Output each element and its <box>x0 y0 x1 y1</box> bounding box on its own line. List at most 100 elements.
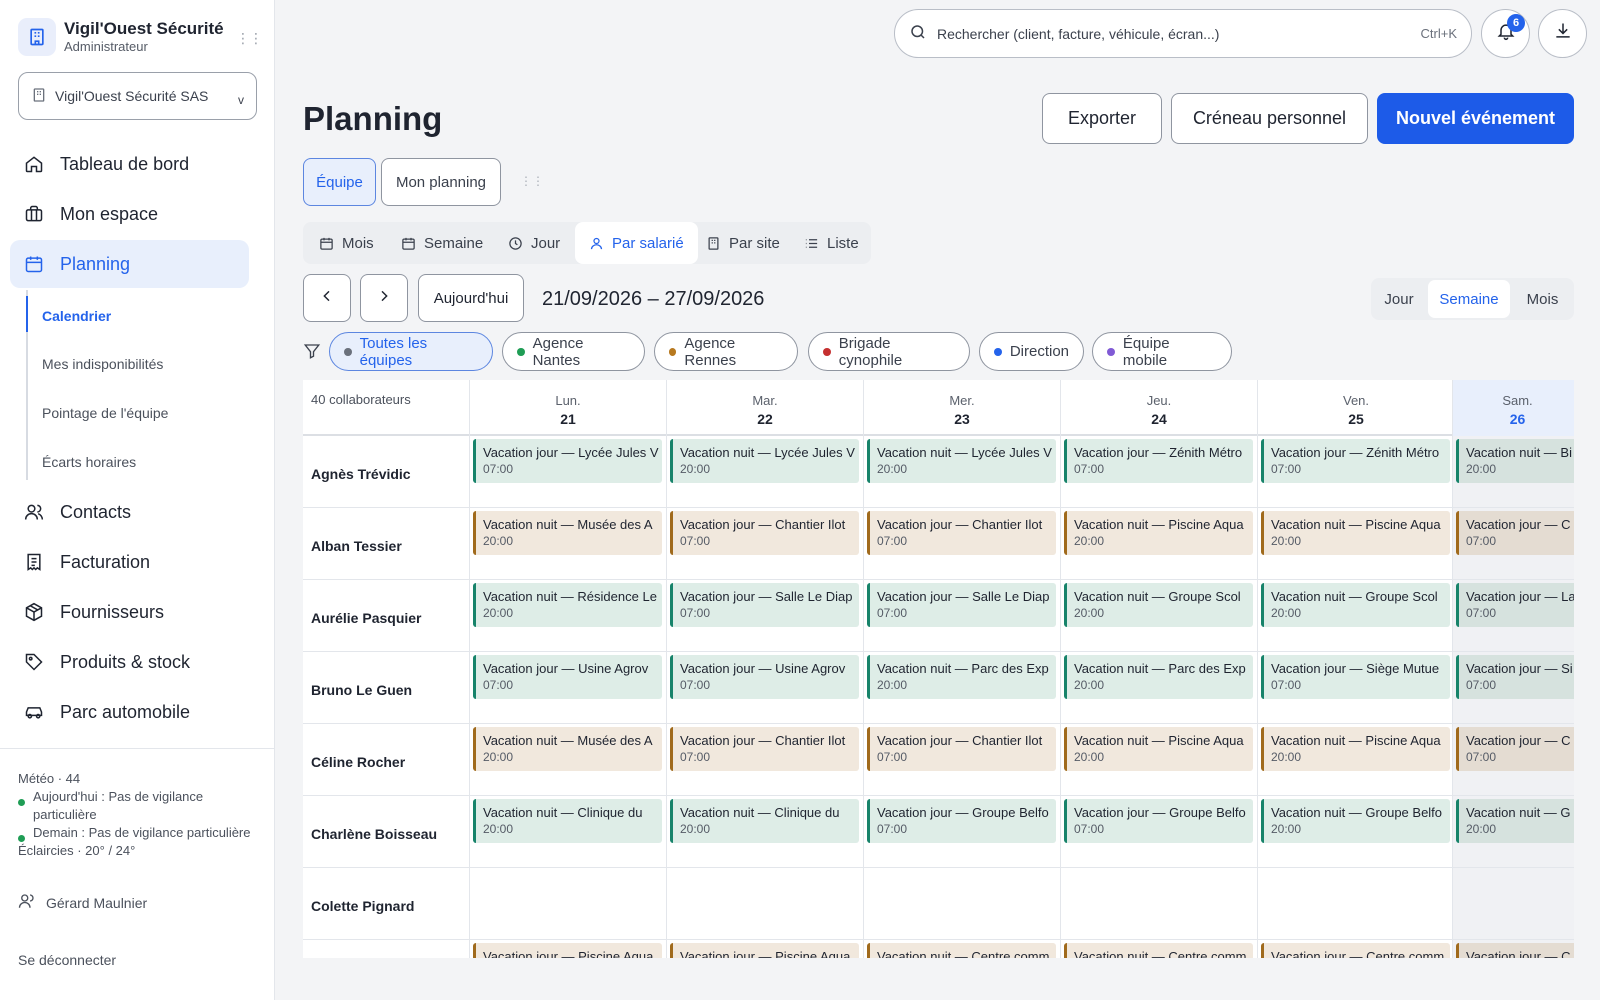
search-input[interactable]: Rechercher (client, facture, véhicule, é… <box>894 9 1472 58</box>
nav-item-products-stock[interactable]: Produits & stock <box>10 638 249 686</box>
filter-chip[interactable]: Toutes les équipes <box>329 332 493 371</box>
nav-item-fleet[interactable]: Parc automobile <box>10 688 249 736</box>
shift-time: 20:00 <box>1271 534 1302 548</box>
personal-slot-button[interactable]: Créneau personnel <box>1171 93 1368 144</box>
day-column-header[interactable]: Sam. 26 <box>1452 380 1574 436</box>
view-tab-list[interactable]: Liste <box>804 222 859 264</box>
shift-event[interactable]: Vacation nuit — Lycée Jules V 20:00 <box>867 439 1056 483</box>
shift-event[interactable]: Vacation jour — Salle Le Diap 07:00 <box>867 583 1056 627</box>
view-tab-week[interactable]: Semaine <box>401 222 483 264</box>
shift-event[interactable]: Vacation jour — Si 07:00 <box>1456 655 1574 699</box>
nav-item-contacts[interactable]: Contacts <box>10 488 249 536</box>
filter-chip[interactable]: Agence Nantes <box>502 332 645 371</box>
granularity-week[interactable]: Semaine <box>1428 280 1510 318</box>
shift-event[interactable]: Vacation jour — Chantier Ilot 07:00 <box>670 727 859 771</box>
export-button[interactable]: Exporter <box>1042 93 1162 144</box>
filter-chip[interactable]: Direction <box>979 332 1084 371</box>
nav-item-suppliers[interactable]: Fournisseurs <box>10 588 249 636</box>
shift-event[interactable]: Vacation nuit — Piscine Aqua 20:00 <box>1064 511 1253 555</box>
employee-name[interactable]: Charlène Boisseau <box>311 826 437 842</box>
organization-select[interactable]: Vigil'Ouest Sécurité SAS v <box>18 72 257 120</box>
shift-event[interactable]: Vacation jour — C <box>1456 943 1574 958</box>
previous-week-button[interactable] <box>303 274 351 322</box>
shift-event[interactable]: Vacation jour — La 07:00 <box>1456 583 1574 627</box>
subnav-item-unavailability[interactable]: Mes indisponibilités <box>42 356 163 372</box>
shift-event[interactable]: Vacation jour — Zénith Métro 07:00 <box>1261 439 1450 483</box>
logout-link[interactable]: Se déconnecter <box>18 952 116 968</box>
shift-event[interactable]: Vacation jour — Piscine Aqua <box>473 943 662 958</box>
filter-chip[interactable]: Brigade cynophile <box>808 332 970 371</box>
shift-event[interactable]: Vacation jour — Usine Agrov 07:00 <box>670 655 859 699</box>
nav-item-my-space[interactable]: Mon espace <box>10 190 249 238</box>
shift-event[interactable]: Vacation nuit — Clinique du 20:00 <box>473 799 662 843</box>
shift-event[interactable]: Vacation nuit — Clinique du 20:00 <box>670 799 859 843</box>
shift-event[interactable]: Vacation jour — Zénith Métro 07:00 <box>1064 439 1253 483</box>
nav-item-dashboard[interactable]: Tableau de bord <box>10 140 249 188</box>
nav-item-billing[interactable]: Facturation <box>10 538 249 586</box>
shift-event[interactable]: Vacation nuit — Résidence Le 20:00 <box>473 583 662 627</box>
shift-event[interactable]: Vacation nuit — Parc des Exp 20:00 <box>1064 655 1253 699</box>
new-event-button[interactable]: Nouvel événement <box>1377 93 1574 144</box>
shift-event[interactable]: Vacation nuit — Piscine Aqua 20:00 <box>1261 727 1450 771</box>
shift-event[interactable]: Vacation nuit — Musée des A 20:00 <box>473 511 662 555</box>
shift-event[interactable]: Vacation jour — Chantier Ilot 07:00 <box>867 511 1056 555</box>
day-column-header[interactable]: Ven. 25 <box>1257 380 1454 436</box>
tab-team[interactable]: Équipe <box>303 158 376 206</box>
day-column-header[interactable]: Lun. 21 <box>469 380 666 436</box>
employee-name[interactable]: Aurélie Pasquier <box>311 610 422 626</box>
view-tab-by-site[interactable]: Par site <box>706 222 780 264</box>
day-column-header[interactable]: Mar. 22 <box>666 380 863 436</box>
granularity-month[interactable]: Mois <box>1511 278 1574 320</box>
shift-event[interactable]: Vacation nuit — Piscine Aqua 20:00 <box>1064 727 1253 771</box>
shift-event[interactable]: Vacation jour — Lycée Jules V 07:00 <box>473 439 662 483</box>
shift-event[interactable]: Vacation jour — Salle Le Diap 07:00 <box>670 583 859 627</box>
shift-event[interactable]: Vacation jour — Centre comm <box>1261 943 1450 958</box>
day-column-header[interactable]: Mer. 23 <box>863 380 1060 436</box>
shift-event[interactable]: Vacation jour — C 07:00 <box>1456 511 1574 555</box>
shift-event[interactable]: Vacation nuit — Lycée Jules V 20:00 <box>670 439 859 483</box>
shift-event[interactable]: Vacation jour — Chantier Ilot 07:00 <box>670 511 859 555</box>
filter-chip[interactable]: Agence Rennes <box>654 332 798 371</box>
granularity-day[interactable]: Jour <box>1371 278 1427 320</box>
shift-event[interactable]: Vacation nuit — Centre comm <box>1064 943 1253 958</box>
shift-event[interactable]: Vacation nuit — Piscine Aqua 20:00 <box>1261 511 1450 555</box>
download-button[interactable] <box>1538 9 1587 58</box>
shift-event[interactable]: Vacation nuit — Parc des Exp 20:00 <box>867 655 1056 699</box>
shift-event[interactable]: Vacation jour — Groupe Belfo 07:00 <box>1064 799 1253 843</box>
tab-my-planning[interactable]: Mon planning <box>381 158 501 206</box>
filter-icon[interactable] <box>303 342 321 365</box>
shift-event[interactable]: Vacation jour — Piscine Aqua <box>670 943 859 958</box>
subnav-item-time-gaps[interactable]: Écarts horaires <box>42 454 136 470</box>
shift-event[interactable]: Vacation jour — Groupe Belfo 07:00 <box>867 799 1056 843</box>
employee-name[interactable]: Céline Rocher <box>311 754 405 770</box>
day-column-header[interactable]: Jeu. 24 <box>1060 380 1257 436</box>
view-tab-by-employee[interactable]: Par salarié <box>575 222 698 264</box>
shift-event[interactable]: Vacation nuit — G 20:00 <box>1456 799 1574 843</box>
drag-handle-icon[interactable]: ⋮⋮ <box>520 174 544 188</box>
shift-event[interactable]: Vacation jour — C 07:00 <box>1456 727 1574 771</box>
shift-event[interactable]: Vacation nuit — Groupe Scol 20:00 <box>1064 583 1253 627</box>
shift-event[interactable]: Vacation jour — Chantier Ilot 07:00 <box>867 727 1056 771</box>
next-week-button[interactable] <box>360 274 408 322</box>
filter-chip[interactable]: Équipe mobile <box>1092 332 1232 371</box>
shift-event[interactable]: Vacation jour — Siège Mutue 07:00 <box>1261 655 1450 699</box>
shift-event[interactable]: Vacation nuit — Bi 20:00 <box>1456 439 1574 483</box>
employee-name[interactable]: Agnès Trévidic <box>311 466 411 482</box>
shift-event[interactable]: Vacation nuit — Groupe Scol 20:00 <box>1261 583 1450 627</box>
drag-handle-icon[interactable]: ⋮⋮ <box>236 30 263 47</box>
shift-event[interactable]: Vacation nuit — Centre comm <box>867 943 1056 958</box>
employee-name[interactable]: Colette Pignard <box>311 898 414 914</box>
current-user[interactable]: Gérard Maulnier <box>18 892 147 913</box>
nav-item-planning[interactable]: Planning <box>10 240 249 288</box>
notifications-button[interactable]: 6 <box>1481 9 1530 58</box>
view-tab-day[interactable]: Jour <box>508 222 560 264</box>
subnav-item-calendar[interactable]: Calendrier <box>42 308 111 324</box>
employee-name[interactable]: Bruno Le Guen <box>311 682 412 698</box>
shift-event[interactable]: Vacation nuit — Musée des A 20:00 <box>473 727 662 771</box>
shift-event[interactable]: Vacation jour — Usine Agrov 07:00 <box>473 655 662 699</box>
view-tab-month[interactable]: Mois <box>319 222 374 264</box>
employee-name[interactable]: Alban Tessier <box>311 538 402 554</box>
subnav-item-team-timesheet[interactable]: Pointage de l'équipe <box>42 405 168 421</box>
today-button[interactable]: Aujourd'hui <box>418 274 524 322</box>
shift-event[interactable]: Vacation nuit — Groupe Belfo 20:00 <box>1261 799 1450 843</box>
